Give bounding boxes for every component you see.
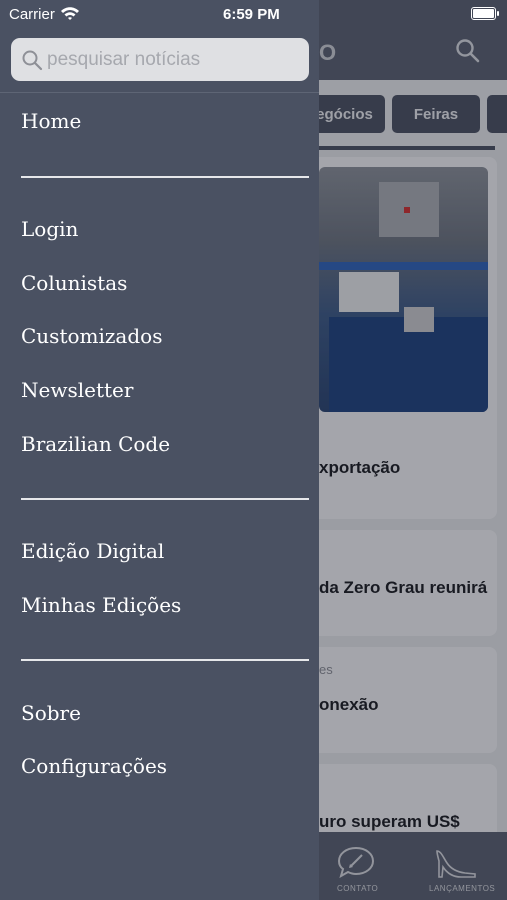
- menu-item-customizados[interactable]: Customizados: [21, 324, 162, 348]
- status-bar: Carrier 6:59 PM: [0, 0, 507, 28]
- menu-item-home[interactable]: Home: [21, 109, 81, 133]
- clock: 6:59 PM: [223, 6, 280, 23]
- search-field[interactable]: [11, 38, 309, 81]
- menu-item-login[interactable]: Login: [21, 217, 78, 241]
- header-separator: [0, 92, 319, 93]
- menu-divider: [21, 176, 309, 178]
- menu-item-colunistas[interactable]: Colunistas: [21, 271, 127, 295]
- navigation-drawer: Home Login Colunistas Customizados Newsl…: [0, 0, 319, 900]
- search-input[interactable]: [47, 38, 302, 81]
- menu-item-configuracoes[interactable]: Configurações: [21, 754, 167, 778]
- menu-item-newsletter[interactable]: Newsletter: [21, 378, 133, 402]
- menu-item-edicao-digital[interactable]: Edição Digital: [21, 539, 164, 563]
- carrier-label: Carrier: [9, 6, 55, 23]
- menu-item-brazilian-code[interactable]: Brazilian Code: [21, 432, 170, 456]
- menu-item-sobre[interactable]: Sobre: [21, 701, 81, 725]
- menu-divider: [21, 498, 309, 500]
- menu-divider: [21, 659, 309, 661]
- wifi-icon: [61, 7, 79, 20]
- menu-item-minhas-edicoes[interactable]: Minhas Edições: [21, 593, 181, 617]
- search-icon: [22, 50, 43, 71]
- battery-icon: [471, 7, 499, 20]
